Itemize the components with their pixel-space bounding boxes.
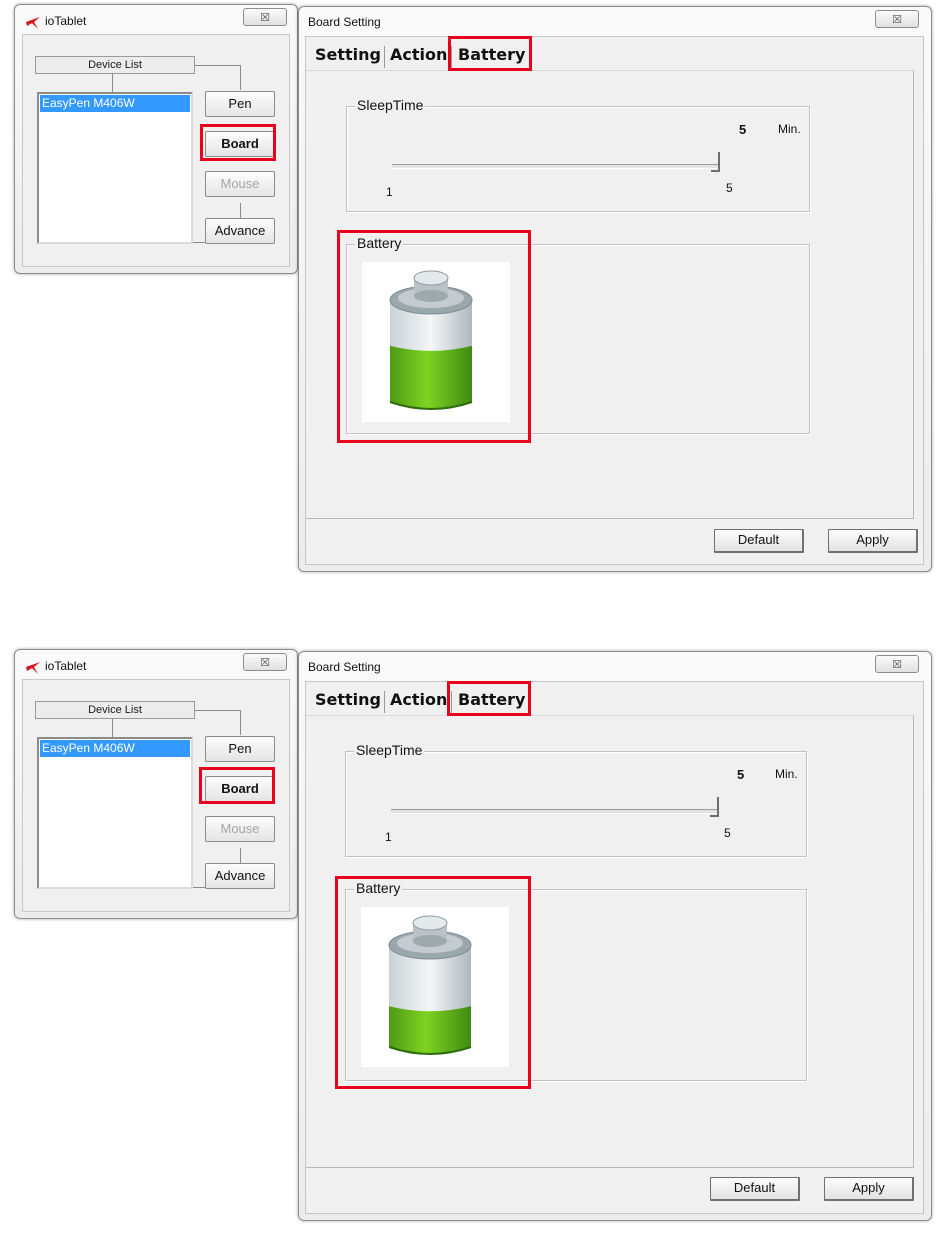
close-button[interactable]: ☒: [243, 653, 287, 671]
sleep-time-value: 5: [737, 767, 745, 782]
device-list[interactable]: EasyPen M406W: [37, 737, 193, 889]
device-list-item[interactable]: EasyPen M406W: [40, 740, 190, 757]
connector-line: [112, 74, 113, 92]
sleep-time-slider-thumb[interactable]: [710, 797, 719, 817]
apply-button[interactable]: Apply: [824, 1177, 914, 1201]
device-list-item[interactable]: EasyPen M406W: [40, 95, 190, 112]
close-icon: ☒: [892, 13, 902, 26]
sleep-time-group: SleepTime 5 Min. 1 5: [345, 742, 807, 857]
tab-setting[interactable]: Setting: [315, 687, 381, 713]
connector-line: [193, 242, 205, 243]
pen-button[interactable]: Pen: [205, 91, 275, 117]
advance-button[interactable]: Advance: [205, 863, 275, 889]
close-button[interactable]: ☒: [875, 655, 919, 673]
slider-max-label: 5: [724, 826, 731, 840]
highlight-battery-tab: [447, 681, 531, 716]
sleep-time-label: SleepTime: [355, 97, 426, 113]
tab-setting[interactable]: Setting: [315, 42, 381, 68]
sleep-time-value: 5: [739, 122, 747, 137]
close-button[interactable]: ☒: [875, 10, 919, 28]
tab-divider: [384, 46, 385, 68]
device-list-header: Device List: [35, 701, 195, 719]
window-title: ioTablet: [45, 659, 87, 673]
sleep-time-label: SleepTime: [354, 742, 425, 758]
connector-line: [240, 65, 241, 90]
tab-divider: [384, 691, 385, 713]
window-title: ioTablet: [45, 14, 87, 28]
apply-button[interactable]: Apply: [828, 529, 918, 553]
window-title: Board Setting: [308, 15, 381, 29]
device-list[interactable]: EasyPen M406W: [37, 92, 193, 244]
highlight-battery-group: [335, 876, 531, 1089]
tab-action[interactable]: Action: [390, 687, 447, 713]
default-button[interactable]: Default: [710, 1177, 800, 1201]
mouse-button[interactable]: Mouse: [205, 171, 275, 197]
mouse-button[interactable]: Mouse: [205, 816, 275, 842]
screenshot-top: ioTablet ☒ Device List EasyPen M406W Pen…: [0, 0, 940, 600]
connector-line: [240, 710, 241, 735]
sleep-time-group: SleepTime 5 Min. 1 5: [346, 97, 810, 212]
highlight-board-button: [199, 767, 275, 804]
sleep-time-slider-track[interactable]: [391, 809, 719, 814]
advance-button[interactable]: Advance: [205, 218, 275, 244]
slider-min-label: 1: [385, 830, 392, 844]
sleep-time-slider-track[interactable]: [392, 164, 720, 169]
slider-min-label: 1: [386, 185, 393, 199]
device-list-header: Device List: [35, 56, 195, 74]
sleep-time-unit: Min.: [778, 122, 801, 136]
close-button[interactable]: ☒: [243, 8, 287, 26]
default-button[interactable]: Default: [714, 529, 804, 553]
window-title: Board Setting: [308, 660, 381, 674]
connector-line: [112, 719, 113, 737]
pen-button[interactable]: Pen: [205, 736, 275, 762]
tab-action[interactable]: Action: [390, 42, 447, 68]
slider-max-label: 5: [726, 181, 733, 195]
close-icon: ☒: [260, 11, 270, 24]
highlight-battery-tab: [448, 36, 532, 71]
sleep-time-slider-thumb[interactable]: [711, 152, 720, 172]
close-icon: ☒: [260, 656, 270, 669]
screenshot-bottom: ioTablet ☒ Device List EasyPen M406W Pen…: [0, 645, 940, 1245]
page: { "screens": [ { "io_window": { "title":…: [0, 0, 940, 1236]
highlight-board-button: [200, 124, 276, 161]
connector-line: [195, 710, 240, 711]
iotablet-logo-icon: [26, 662, 40, 674]
highlight-battery-group: [337, 230, 531, 443]
close-icon: ☒: [892, 658, 902, 671]
iotablet-logo-icon: [26, 17, 40, 29]
connector-line: [193, 887, 205, 888]
connector-line: [195, 65, 240, 66]
sleep-time-unit: Min.: [775, 767, 798, 781]
